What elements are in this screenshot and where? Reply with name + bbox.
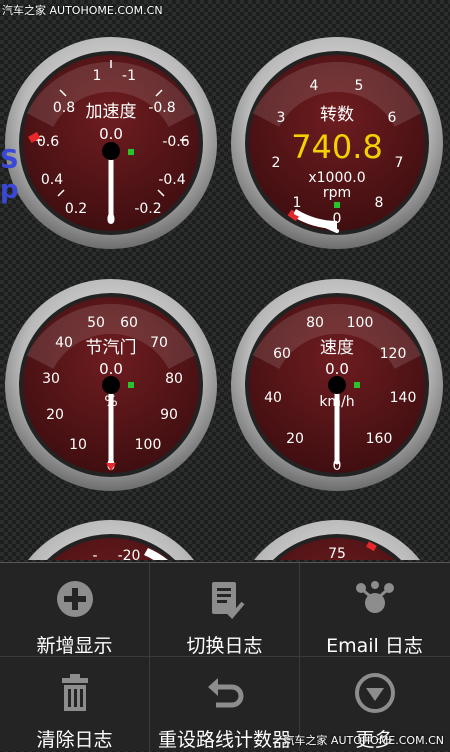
tick-label: 80 <box>165 371 183 387</box>
tick-label: 2 <box>272 155 281 171</box>
tick-label: 100 <box>135 437 162 453</box>
menu-label: 清除日志 <box>36 729 113 751</box>
more-icon <box>352 670 398 716</box>
tick-label: 90 <box>160 407 178 423</box>
gauge-value: 0.0 <box>99 360 123 378</box>
rpm-gauge: 0 1 2 3 4 5 6 7 8 转数 740.8 x1000.0 rpm <box>231 37 443 249</box>
needle-hub <box>102 142 120 160</box>
tick-label: 140 <box>390 390 417 406</box>
menu-email-log[interactable]: Email 日志 <box>300 563 449 657</box>
tick-label: 0.2 <box>65 201 87 217</box>
tick-label: 75 <box>328 546 346 560</box>
tick-label: - <box>92 548 97 560</box>
tick-label: 10 <box>69 437 87 453</box>
menu-label: 切换日志 <box>186 635 263 657</box>
status-led <box>128 382 134 388</box>
tick-label: 7 <box>395 155 404 171</box>
log-switch-icon <box>202 576 248 622</box>
tick-label: 20 <box>286 431 304 447</box>
acceleration-gauge: 1 -1 0.8 -0.8 0.6 -0.6 0.4 -0.4 0.2 -0.2… <box>5 37 217 249</box>
tick-label: 5 <box>355 78 364 94</box>
gauge-title: 节汽门 <box>86 338 137 358</box>
tick-label: -20 <box>118 548 141 560</box>
tick-label: 3 <box>277 110 286 126</box>
tick-label: 60 <box>120 315 138 331</box>
tick-label: 1 <box>293 195 302 211</box>
tick-label: 6 <box>388 110 397 126</box>
tick-label: -0.4 <box>158 172 185 188</box>
tick-label: 100 <box>347 315 374 331</box>
tick-label: 40 <box>55 335 73 351</box>
tick-label: 50 <box>87 315 105 331</box>
menu-label: 新增显示 <box>36 635 113 657</box>
bottom-right-gauge: 75 <box>254 520 420 560</box>
tick-label: 70 <box>150 335 168 351</box>
tick-label: 160 <box>366 431 393 447</box>
bottom-left-gauge: -20 - <box>28 520 194 560</box>
watermark-top: 汽车之家 AUTOHOME.COM.CN <box>2 4 163 17</box>
gauge-title: 速度 <box>320 338 354 358</box>
tick-label: -0.6 <box>162 134 189 150</box>
gauge-unit: rpm <box>323 185 351 201</box>
tick-label: 0.8 <box>53 100 75 116</box>
menu-switch-log[interactable]: 切换日志 <box>150 563 299 657</box>
menu-reset-trip[interactable]: 重设路线计数器 <box>150 657 299 751</box>
tick-label: -1 <box>122 68 136 84</box>
tick-label: 8 <box>375 195 384 211</box>
tick-label: 60 <box>273 346 291 362</box>
gauge-unit: % <box>104 394 117 410</box>
status-led <box>354 382 360 388</box>
tick-label: 30 <box>42 371 60 387</box>
gauge-unit: km/h <box>319 394 354 410</box>
options-menu: 新增显示 切换日志 Email 日志 清除日志 重设路线计数器 更多 <box>0 562 450 751</box>
menu-clear-log[interactable]: 清除日志 <box>0 657 149 751</box>
tick-label: -0.8 <box>148 100 175 116</box>
tick-label: -0.2 <box>134 201 161 217</box>
add-icon <box>52 576 98 622</box>
gauge-value: 0.0 <box>325 360 349 378</box>
background-app-fragment: Sp <box>0 145 19 205</box>
gauge-title: 加速度 <box>86 102 137 122</box>
menu-label: 重设路线计数器 <box>157 729 291 751</box>
trash-icon <box>52 670 98 716</box>
undo-icon <box>202 670 248 716</box>
gauge-value: 0.0 <box>99 125 123 143</box>
watermark-bottom: 汽车之家 AUTOHOME.COM.CN <box>283 734 444 747</box>
gauge-title: 转数 <box>320 105 354 125</box>
menu-add-display[interactable]: 新增显示 <box>0 563 149 657</box>
tick-label: 0.6 <box>37 134 59 150</box>
tick-label: 1 <box>93 68 102 84</box>
needle-hub <box>102 376 120 394</box>
gauge-panel: 1 -1 0.8 -0.8 0.6 -0.6 0.4 -0.4 0.2 -0.2… <box>5 37 443 560</box>
menu-label: Email 日志 <box>326 635 423 657</box>
tick-label: 4 <box>310 78 319 94</box>
gauge-unit: x1000.0 <box>308 170 365 186</box>
status-led <box>334 202 340 208</box>
status-led <box>128 149 134 155</box>
tick-label: 80 <box>306 315 324 331</box>
tick-label: 20 <box>46 407 64 423</box>
email-icon <box>352 576 398 622</box>
tick-label: 0.4 <box>41 172 63 188</box>
needle-hub <box>328 376 346 394</box>
throttle-gauge: 0 10 20 30 40 50 60 70 80 90 100 节汽门 0.0… <box>5 279 217 491</box>
tick-label: 40 <box>264 390 282 406</box>
rpm-value: 740.8 <box>291 128 383 166</box>
speed-gauge: 0 20 40 60 80 100 120 140 160 速度 0.0 km/… <box>231 279 443 491</box>
tick-label: 120 <box>380 346 407 362</box>
